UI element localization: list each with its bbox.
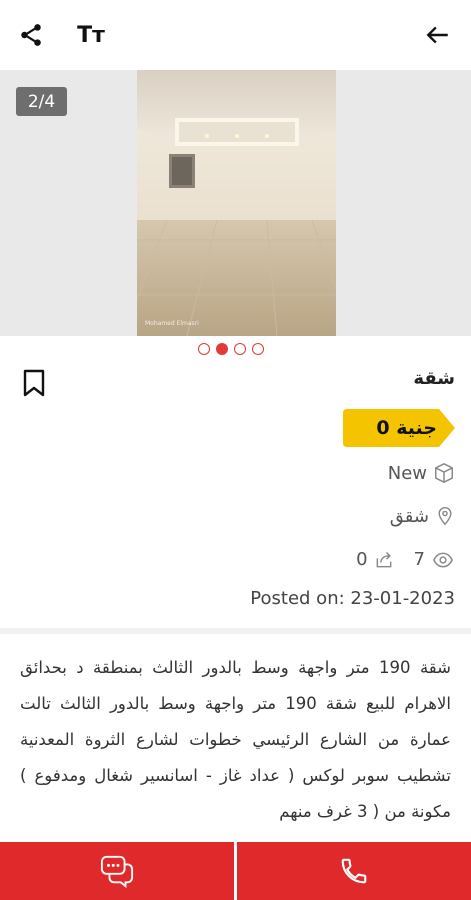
- view-count: 7: [413, 549, 425, 570]
- condition-row: New: [388, 462, 455, 484]
- top-app-bar: Tт: [0, 0, 471, 70]
- share-count-icon: [376, 551, 391, 567]
- pager-dot[interactable]: [252, 343, 264, 355]
- location-row[interactable]: شقق: [390, 505, 455, 527]
- chat-button[interactable]: [0, 842, 234, 900]
- back-button[interactable]: [421, 18, 455, 52]
- stats-row: 0 7: [356, 549, 455, 570]
- photo-watermark: Mohamed Elmasri: [145, 320, 199, 327]
- pager-dot[interactable]: [198, 343, 210, 355]
- bookmark-button[interactable]: [22, 369, 46, 397]
- price-value: جنية 0: [376, 417, 437, 439]
- listing-title: شقة: [413, 368, 455, 389]
- location-value: شقق: [389, 505, 429, 527]
- bottom-action-bar: [0, 842, 471, 900]
- share-icon: [21, 24, 41, 46]
- eye-icon: [433, 552, 453, 567]
- apartment-room-image: Mohamed Elmasri: [137, 70, 336, 336]
- posted-date: Posted on: 23-01-2023: [250, 588, 455, 609]
- bookmark-icon: [23, 369, 45, 397]
- gallery-pager: [198, 343, 264, 355]
- condition-value: New: [387, 462, 427, 484]
- call-button[interactable]: [237, 842, 471, 900]
- phone-icon: [341, 858, 367, 884]
- image-gallery[interactable]: Mohamed Elmasri 2/4: [0, 70, 471, 336]
- arrow-left-icon: [426, 26, 448, 44]
- section-divider: [0, 628, 471, 634]
- listing-description: شقة 190 متر واجهة وسط بالدور الثالث بمنط…: [20, 658, 451, 821]
- share-button[interactable]: [14, 18, 48, 52]
- listing-photo[interactable]: Mohamed Elmasri: [137, 70, 336, 336]
- pager-dot-active[interactable]: [216, 343, 228, 355]
- chat-bubbles-icon: [100, 855, 134, 888]
- image-counter: 2/4: [16, 87, 67, 116]
- location-pin-icon: [438, 506, 452, 526]
- share-count: 0: [356, 549, 368, 570]
- text-size-button[interactable]: Tт: [74, 18, 108, 52]
- pager-dot[interactable]: [234, 343, 246, 355]
- box-icon: [435, 463, 453, 483]
- text-size-icon: Tт: [77, 22, 105, 48]
